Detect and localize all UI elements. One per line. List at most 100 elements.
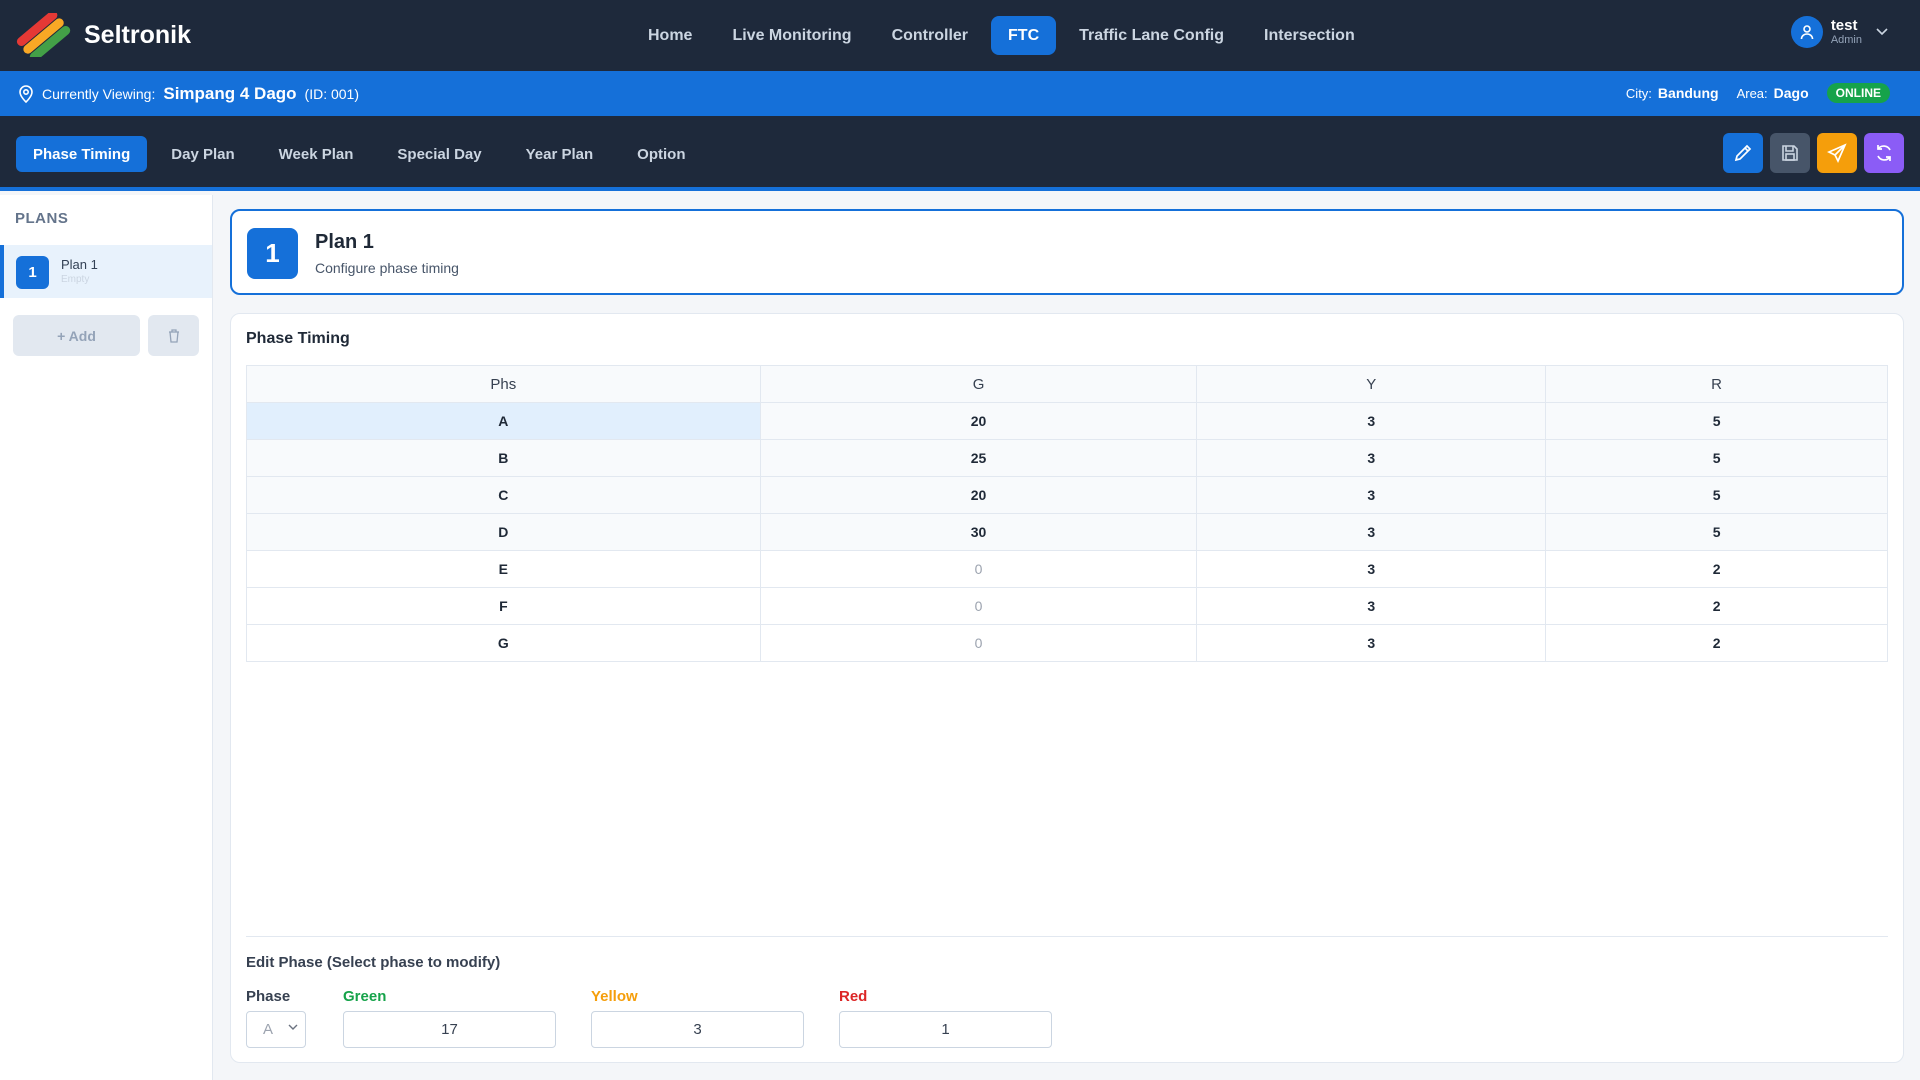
nav-live-monitoring[interactable]: Live Monitoring: [715, 16, 868, 55]
yellow-cell: 3: [1196, 513, 1547, 551]
red-cell: 2: [1545, 550, 1888, 588]
plan-badge-number: 1: [247, 228, 298, 279]
viewing-label: Currently Viewing:: [42, 86, 156, 102]
tab-phase-timing[interactable]: Phase Timing: [16, 136, 148, 172]
red-cell: 5: [1545, 513, 1888, 551]
user-role: Admin: [1830, 34, 1862, 47]
green-input[interactable]: [343, 1011, 556, 1048]
chevron-down-icon: [288, 1024, 298, 1030]
city-value: Bandung: [1657, 85, 1719, 101]
phase-cell: D: [246, 513, 761, 551]
save-icon: [1782, 145, 1798, 161]
tab-special-day[interactable]: Special Day: [377, 136, 501, 172]
main-nav: Home Live Monitoring Controller FTC Traf…: [631, 16, 1372, 55]
send-icon: [1827, 143, 1847, 163]
location-id: (ID: 001): [304, 86, 360, 102]
plan-number: 1: [16, 256, 49, 289]
user-name: test: [1830, 16, 1858, 34]
red-cell: 2: [1545, 587, 1888, 625]
green-cell: 20: [759, 476, 1198, 514]
green-cell: 25: [759, 439, 1198, 477]
chevron-down-icon: [1876, 28, 1888, 36]
send-button[interactable]: [1817, 133, 1857, 173]
yellow-input[interactable]: [591, 1011, 804, 1048]
refresh-icon: [1877, 145, 1891, 161]
red-cell: 5: [1545, 402, 1888, 440]
phase-cell: A: [246, 402, 761, 440]
edit-phase-title: Edit Phase (Select phase to modify): [246, 954, 501, 971]
plans-title: PLANS: [15, 210, 69, 227]
intersection-info-bar: Currently Viewing: Simpang 4 Dago (ID: 0…: [0, 71, 1920, 116]
phase-cell: G: [246, 624, 761, 662]
tab-year-plan[interactable]: Year Plan: [506, 136, 614, 172]
phase-select[interactable]: A: [246, 1011, 306, 1048]
green-cell: 30: [759, 513, 1198, 551]
yellow-label: Yellow: [591, 988, 638, 1005]
add-plan-button[interactable]: + Add: [13, 315, 140, 356]
user-menu[interactable]: test Admin: [1790, 16, 1888, 48]
nav-home[interactable]: Home: [631, 16, 709, 55]
pencil-icon: [1734, 144, 1752, 162]
table-row[interactable]: F 0 3 2: [246, 587, 1888, 625]
edit-button[interactable]: [1723, 133, 1763, 173]
area-label: Area:: [1736, 85, 1768, 101]
plan-status: Empty: [61, 274, 90, 285]
plan-item[interactable]: 1 Plan 1 Empty: [0, 245, 212, 298]
phase-timing-panel: Phase Timing Phs G Y R A 20 3 5 B 25 3 5…: [230, 313, 1904, 1063]
nav-controller[interactable]: Controller: [875, 16, 985, 55]
yellow-cell: 3: [1196, 476, 1547, 514]
phase-cell: F: [246, 587, 761, 625]
plan-title: Plan 1: [315, 231, 374, 253]
red-cell: 5: [1545, 439, 1888, 477]
app-logo[interactable]: Seltronik: [16, 13, 191, 57]
top-navbar: Seltronik Home Live Monitoring Controlle…: [0, 0, 1920, 71]
refresh-button[interactable]: [1864, 133, 1904, 173]
red-cell: 5: [1545, 476, 1888, 514]
yellow-cell: 3: [1196, 402, 1547, 440]
green-cell: 0: [759, 550, 1198, 588]
nav-intersection[interactable]: Intersection: [1247, 16, 1372, 55]
tab-day-plan[interactable]: Day Plan: [151, 136, 254, 172]
table-row[interactable]: B 25 3 5: [246, 439, 1888, 477]
red-input[interactable]: [839, 1011, 1052, 1048]
user-avatar: [1790, 16, 1823, 48]
phase-cell: C: [246, 476, 761, 514]
location-pin-icon: [19, 85, 33, 103]
save-button[interactable]: [1770, 133, 1810, 173]
ftc-toolbar: Phase Timing Day Plan Week Plan Special …: [0, 116, 1920, 191]
column-header: Phs: [246, 365, 761, 403]
column-header: Y: [1196, 365, 1547, 403]
nav-traffic-lane-config[interactable]: Traffic Lane Config: [1062, 16, 1241, 55]
area-value: Dago: [1773, 85, 1809, 101]
tab-week-plan[interactable]: Week Plan: [259, 136, 374, 172]
table-row[interactable]: D 30 3 5: [246, 513, 1888, 551]
yellow-cell: 3: [1196, 624, 1547, 662]
phase-timing-table: Phs G Y R A 20 3 5 B 25 3 5 C 20 3 5 D 3…: [246, 365, 1888, 662]
city-label: City:: [1625, 85, 1652, 101]
divider: [246, 936, 1888, 937]
yellow-cell: 3: [1196, 587, 1547, 625]
plan-name: Plan 1: [61, 257, 98, 272]
delete-plan-button[interactable]: [148, 315, 199, 356]
green-cell: 0: [759, 587, 1198, 625]
tab-option[interactable]: Option: [617, 136, 705, 172]
table-row[interactable]: E 0 3 2: [246, 550, 1888, 588]
nav-ftc[interactable]: FTC: [991, 16, 1057, 55]
status-badge: ONLINE: [1826, 83, 1890, 103]
green-cell: 0: [759, 624, 1198, 662]
table-row[interactable]: A 20 3 5: [246, 402, 1888, 440]
table-row[interactable]: G 0 3 2: [246, 624, 1888, 662]
green-label: Green: [343, 988, 387, 1005]
logo-icon: [16, 13, 71, 57]
plan-header-card: 1 Plan 1 Configure phase timing: [230, 209, 1904, 295]
plan-subtitle: Configure phase timing: [315, 260, 459, 276]
toolbar-actions: [1723, 133, 1904, 173]
panel-title: Phase Timing: [246, 330, 350, 347]
table-row[interactable]: C 20 3 5: [246, 476, 1888, 514]
phase-select-value: A: [263, 1021, 274, 1038]
phase-cell: B: [246, 439, 761, 477]
location-name: Simpang 4 Dago: [163, 84, 297, 103]
red-cell: 2: [1545, 624, 1888, 662]
green-cell: 20: [759, 402, 1198, 440]
yellow-cell: 3: [1196, 550, 1547, 588]
